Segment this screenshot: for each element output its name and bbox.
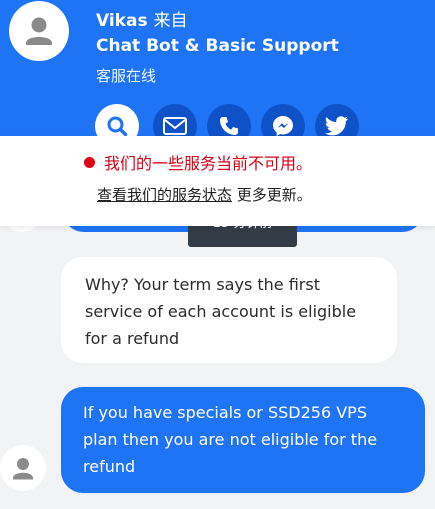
search-icon xyxy=(107,116,128,137)
service-status-notice: 我们的一些服务当前不可用。 查看我们的服务状态 更多更新。 xyxy=(0,136,435,226)
phone-icon xyxy=(220,117,238,135)
agent-name: Vikas 来自 xyxy=(96,6,188,31)
online-status: 客服在线 xyxy=(96,67,157,85)
service-status-link[interactable]: 查看我们的服务状态 xyxy=(97,186,232,204)
chat-header: Vikas 来自 Chat Bot & Basic Support 客服在线 xyxy=(0,0,435,148)
notice-trailing-text: 更多更新。 xyxy=(232,186,312,204)
user-silhouette-icon xyxy=(13,458,33,480)
notice-details: 查看我们的服务状态 更多更新。 xyxy=(97,184,312,205)
notice-message: 我们的一些服务当前不可用。 xyxy=(104,154,313,173)
user-silhouette-icon xyxy=(26,17,52,45)
agent-avatar-small xyxy=(0,445,46,491)
team-name: Chat Bot & Basic Support xyxy=(96,36,339,56)
mail-icon xyxy=(163,117,187,135)
messenger-icon xyxy=(273,116,293,136)
status-dot-icon xyxy=(84,156,95,168)
user-message-bubble: Why? Your term says the first service of… xyxy=(61,257,397,363)
agent-name-text: Vikas xyxy=(96,11,148,31)
agent-message-bubble: If you have specials or SSD256 VPS plan … xyxy=(61,387,425,493)
twitter-icon xyxy=(325,116,348,136)
agent-avatar xyxy=(9,1,69,61)
agent-from-text: 来自 xyxy=(153,11,188,31)
notice-headline: 我们的一些服务当前不可用。 xyxy=(84,150,312,174)
